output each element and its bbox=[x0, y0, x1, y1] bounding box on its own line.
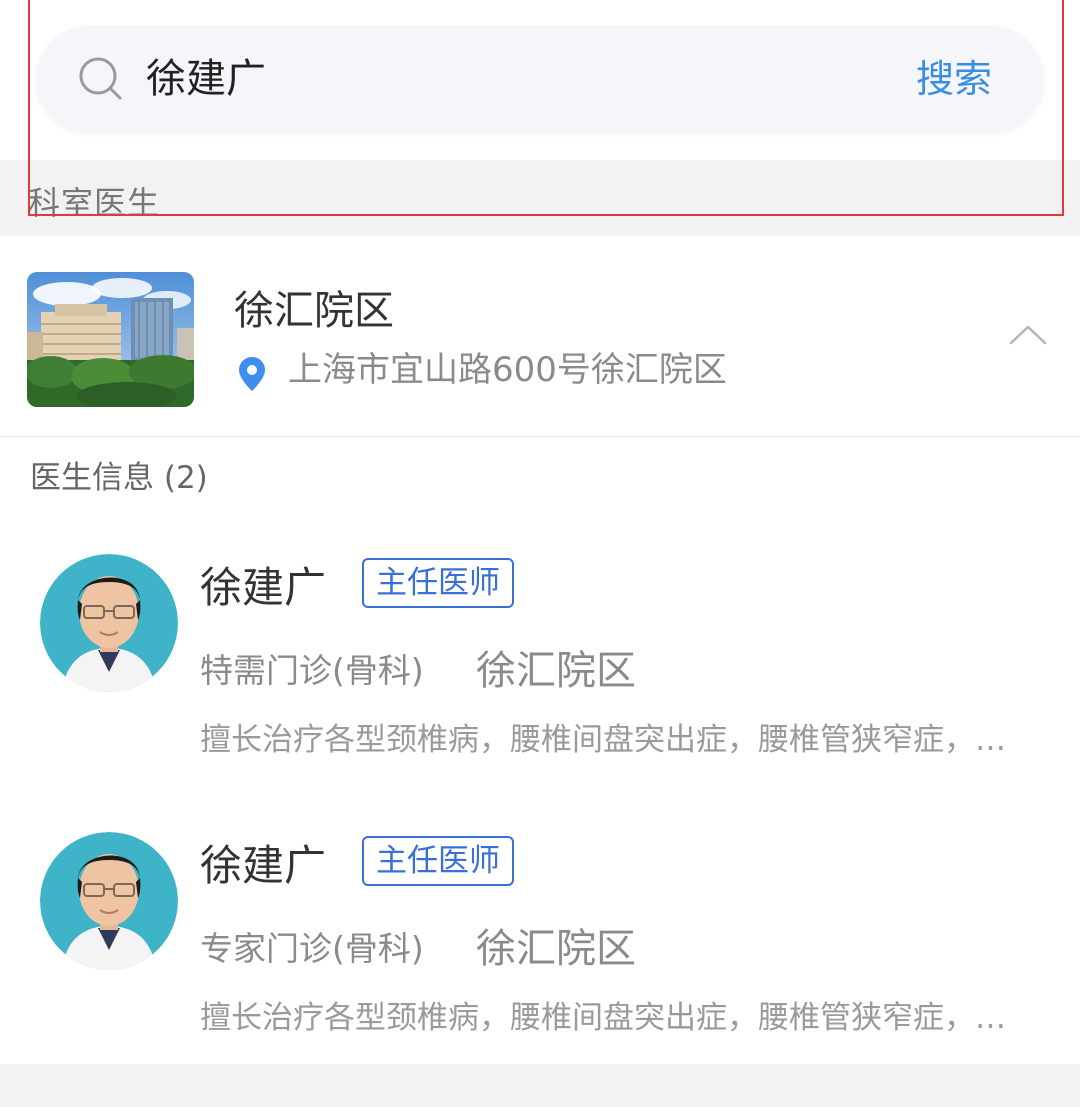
page: 徐建广 搜索 科室医生 徐汇院区 上海市宜山路600号徐汇院区 医生信息 (2)… bbox=[0, 0, 1080, 1107]
campus-row[interactable]: 徐汇院区 上海市宜山路600号徐汇院区 bbox=[0, 236, 1080, 437]
search-button[interactable]: 搜索 bbox=[916, 50, 992, 108]
doctor-name: 徐建广 bbox=[200, 563, 327, 612]
location-pin-icon bbox=[239, 357, 265, 391]
doctor-title-badge: 主任医师 bbox=[362, 558, 514, 608]
section-header: 科室医生 bbox=[0, 160, 1080, 236]
doctor-specialty: 擅长治疗各型颈椎病，腰椎间盘突出症，腰椎管狭窄症，… bbox=[200, 1000, 1006, 1036]
doctor-campus: 徐汇院区 bbox=[476, 926, 636, 972]
doctor-count-label: 医生信息 (2) bbox=[30, 460, 208, 496]
clinic-name: 专家门诊(骨科) bbox=[200, 929, 424, 968]
search-area: 徐建广 搜索 bbox=[0, 0, 1080, 160]
doctor-avatar bbox=[40, 832, 178, 970]
doctor-list-header: 医生信息 (2) bbox=[0, 436, 1080, 509]
campus-name: 徐汇院区 bbox=[234, 288, 394, 334]
search-icon bbox=[79, 57, 122, 100]
doctor-name: 徐建广 bbox=[200, 841, 327, 890]
campus-address: 上海市宜山路600号徐汇院区 bbox=[288, 350, 727, 390]
doctor-card[interactable]: 徐建广 主任医师 专家门诊(骨科) 徐汇院区 擅长治疗各型颈椎病，腰椎间盘突出症… bbox=[0, 786, 1080, 1065]
doctor-card[interactable]: 徐建广 主任医师 特需门诊(骨科) 徐汇院区 擅长治疗各型颈椎病，腰椎间盘突出症… bbox=[0, 508, 1080, 787]
chevron-up-icon[interactable] bbox=[1008, 322, 1048, 346]
doctor-specialty: 擅长治疗各型颈椎病，腰椎间盘突出症，腰椎管狭窄症，… bbox=[200, 722, 1006, 758]
doctor-avatar bbox=[40, 554, 178, 692]
clinic-name: 特需门诊(骨科) bbox=[200, 651, 424, 690]
search-input[interactable]: 徐建广 bbox=[146, 50, 266, 108]
search-bar[interactable]: 徐建广 搜索 bbox=[36, 26, 1044, 132]
hospital-building-photo bbox=[27, 272, 194, 407]
doctor-campus: 徐汇院区 bbox=[476, 648, 636, 694]
section-title: 科室医生 bbox=[28, 184, 161, 222]
bottom-strip bbox=[0, 1064, 1080, 1107]
doctor-title-badge: 主任医师 bbox=[362, 836, 514, 886]
